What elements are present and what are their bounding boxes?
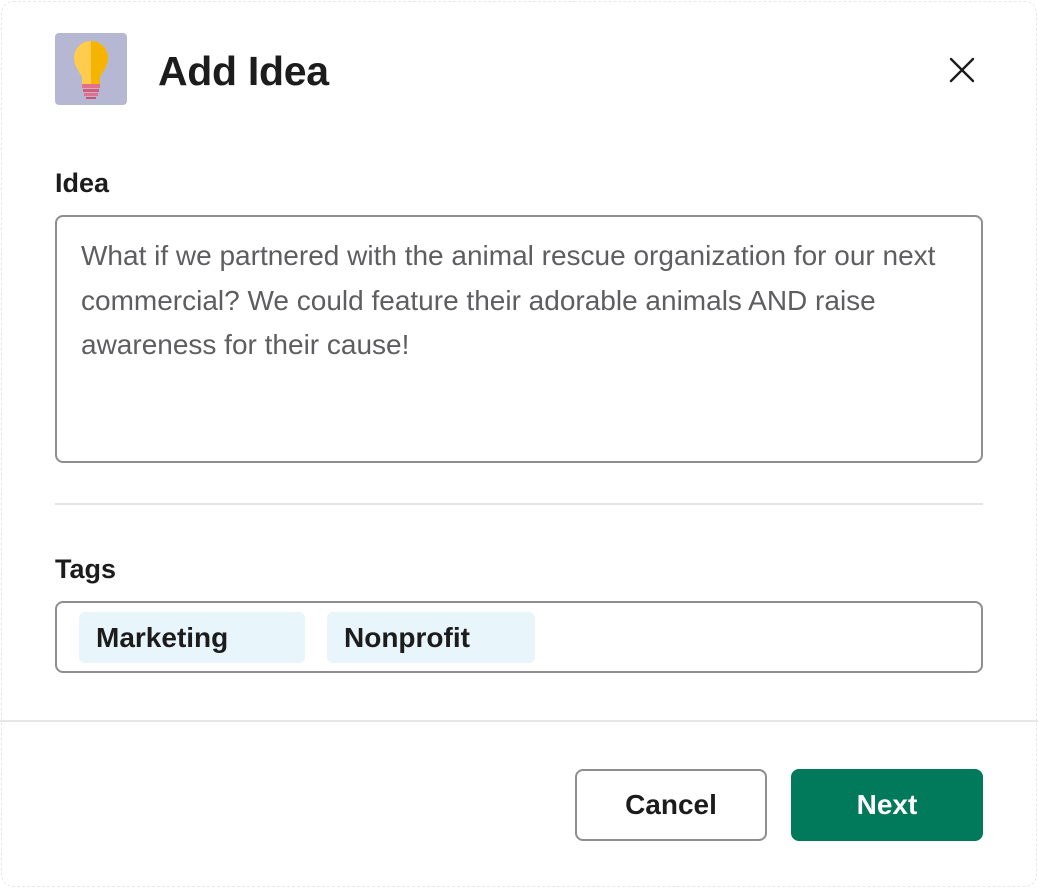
tags-input[interactable]: Marketing Nonprofit	[55, 601, 983, 673]
section-divider	[55, 503, 983, 505]
tags-label: Tags	[55, 554, 117, 584]
close-button[interactable]	[938, 46, 986, 94]
close-icon	[949, 57, 975, 83]
lightbulb-icon	[55, 33, 127, 105]
footer-divider	[0, 720, 1038, 722]
idea-label: Idea	[55, 168, 110, 198]
add-idea-modal: Add Idea Idea What if we partnered with …	[0, 0, 1038, 888]
next-button[interactable]: Next	[791, 769, 983, 841]
tag-chip[interactable]: Marketing	[79, 612, 305, 663]
modal-title: Add Idea	[158, 48, 329, 94]
idea-textarea[interactable]: What if we partnered with the animal res…	[55, 215, 983, 463]
cancel-button[interactable]: Cancel	[575, 769, 767, 841]
tag-chip[interactable]: Nonprofit	[327, 612, 535, 663]
